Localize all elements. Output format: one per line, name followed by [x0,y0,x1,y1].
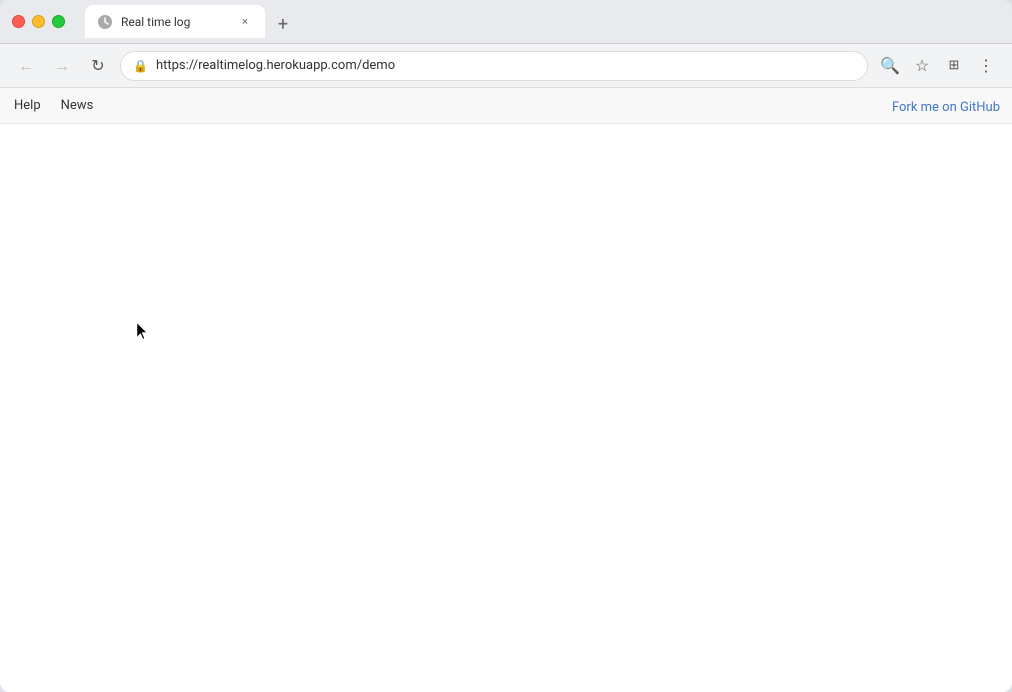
help-link[interactable]: Help [12,94,43,117]
page-content: Help News Fork me on GitHub [0,88,1012,692]
active-tab[interactable]: Real time log × [85,5,265,38]
tab-favicon [97,14,113,30]
menu-button[interactable]: ⋮ [972,52,1000,80]
search-button[interactable]: 🔍 [876,52,904,80]
close-button[interactable] [12,15,25,28]
reload-button[interactable]: ↻ [84,52,112,80]
lock-icon: 🔒 [133,59,148,73]
bookmark-icon: ☆ [915,56,929,75]
title-bar: Real time log × + [0,0,1012,44]
minimize-button[interactable] [32,15,45,28]
address-bar[interactable]: 🔒 https://realtimelog.herokuapp.com/demo [120,51,868,81]
extensions-icon: ⊞ [949,58,960,73]
mouse-cursor [137,323,149,341]
traffic-lights [12,15,65,28]
maximize-button[interactable] [52,15,65,28]
app-nav: Help News Fork me on GitHub [0,88,1012,124]
extensions-button[interactable]: ⊞ [940,52,968,80]
menu-icon: ⋮ [978,56,994,75]
search-icon: 🔍 [880,56,900,75]
tab-close-button[interactable]: × [237,14,253,30]
new-tab-button[interactable]: + [269,10,297,38]
app-nav-left: Help News [12,94,95,117]
tab-bar: Real time log × + [81,5,1000,38]
nav-tools: 🔍 ☆ ⊞ ⋮ [876,52,1000,80]
fork-github-link[interactable]: Fork me on GitHub [892,100,1000,115]
main-content [0,124,1012,692]
nav-bar: ← → ↻ 🔒 https://realtimelog.herokuapp.co… [0,44,1012,88]
app-nav-right: Fork me on GitHub [892,96,1000,115]
forward-button[interactable]: → [48,52,76,80]
bookmark-button[interactable]: ☆ [908,52,936,80]
url-display: https://realtimelog.herokuapp.com/demo [156,58,855,73]
browser-window: Real time log × + ← → ↻ 🔒 https://realti… [0,0,1012,692]
news-link[interactable]: News [59,94,96,117]
back-button[interactable]: ← [12,52,40,80]
tab-title: Real time log [121,15,229,29]
